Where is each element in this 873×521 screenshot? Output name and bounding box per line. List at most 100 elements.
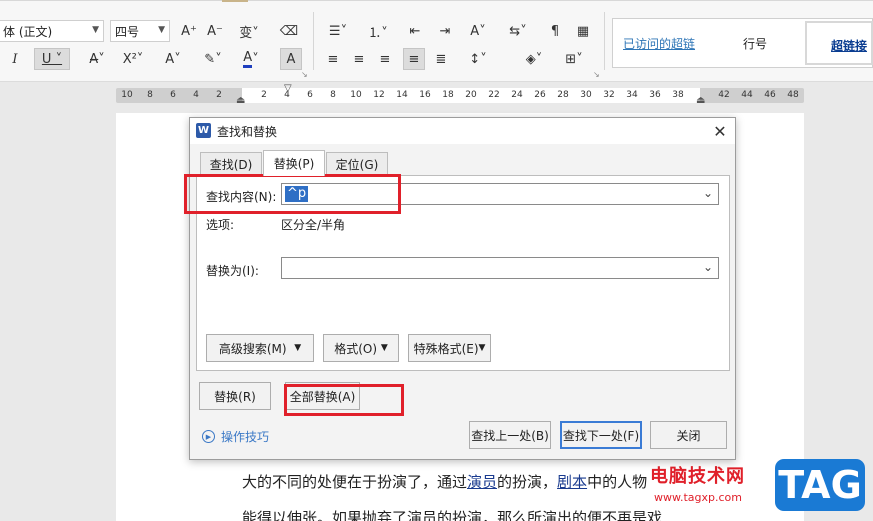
underline-icon[interactable]: U ˅ [34,48,70,70]
tab-replace[interactable]: 替换(P) [263,150,325,176]
ruler-tick: 2 [216,90,222,100]
sort-icon[interactable]: ⇆˅ [502,20,534,42]
options-value: 区分全/半角 [281,218,346,232]
highlight-icon[interactable]: ✎˅ [198,48,228,70]
chevron-down-icon: ▼ [92,25,99,35]
tips-link[interactable]: 操作技巧 [221,428,269,445]
clear-format-icon[interactable]: ⌫ [278,20,300,42]
dialog-titlebar[interactable]: W 查找和替换 ✕ [190,118,735,144]
options-label: 选项: [206,218,235,232]
distributed-icon[interactable]: ≣ [430,48,452,70]
line-spacing-icon[interactable]: ↕˅ [462,48,494,70]
align-left-icon[interactable]: ≡ [322,48,344,70]
style-hyperlink-label: 超链接 [831,39,868,53]
ruler-tick: 8 [147,90,153,100]
ruler-tick: 46 [764,90,776,100]
special-format-button[interactable]: 特殊格式(E) ▼ [408,334,491,362]
font-color-icon[interactable]: A ˅ [236,48,266,70]
hyperlink-text[interactable]: 剧本 [557,473,587,491]
chevron-down-icon: ▼ [478,343,486,353]
char-shading-icon[interactable]: A [280,48,302,70]
paragraph-text: 中的人物 [587,473,648,491]
document-paragraph-line[interactable]: 大的不同的处便在于扮演了，通过演员的扮演，剧本中的人物 [242,471,647,492]
font-group-launcher-icon[interactable]: ↘ [301,70,308,79]
italic-icon[interactable]: I [4,48,26,70]
format-button[interactable]: 格式(O) ▼ [323,334,399,362]
chevron-down-icon[interactable]: ⌄ [703,260,713,274]
close-icon[interactable]: ✕ [710,121,730,141]
ruler-tick: 10 [121,90,133,100]
numbering-icon[interactable]: ⒈˅ [362,20,394,42]
replace-input[interactable]: ⌄ [281,257,719,279]
watermark-tag-logo: TAG [775,459,865,511]
format-label: 格式(O) [334,341,378,356]
font-name-value: 体 (正文) [3,24,53,39]
left-indent-marker-icon[interactable]: ⏏ [236,95,245,106]
paragraph-group-launcher-icon[interactable]: ↘ [593,70,600,79]
tab-goto[interactable]: 定位(G) [326,152,388,175]
replace-button[interactable]: 替换(R) [199,382,271,410]
find-previous-button[interactable]: 查找上一处(B) [469,421,551,449]
text-effect-icon[interactable]: A˅ [158,48,188,70]
ribbon-toolbar: 体 (正文) ▼ 四号 ▼ A⁺ A⁻ 变˅ ⌫ I U ˅ A̶˅ X²˅ A… [0,0,873,82]
find-next-button[interactable]: 查找下一处(F) [560,421,642,449]
horizontal-ruler[interactable]: 10 8 6 4 2 2 4 6 8 10 12 14 16 18 20 22 … [116,83,804,106]
ruler-tick: 36 [649,90,661,100]
style-hyperlink[interactable]: 超链接 [805,21,873,65]
style-row-number[interactable]: 行号 [743,35,767,52]
advanced-search-label: 高级搜索(M) [218,341,287,356]
first-line-indent-marker-icon[interactable]: ▽ [284,83,292,94]
bullets-icon[interactable]: ☰˅ [322,20,354,42]
ribbon-divider [604,12,605,70]
increase-indent-icon[interactable]: ⇥ [434,20,456,42]
annotation-highlight-box [284,384,404,416]
font-size-combo[interactable]: 四号 ▼ [110,20,170,42]
tab-find[interactable]: 查找(D) [200,152,262,175]
ruler-tick: 20 [465,90,477,100]
ruler-tick: 30 [580,90,592,100]
phonetic-guide-icon[interactable]: 变˅ [234,20,264,42]
special-format-label: 特殊格式(E) [413,341,479,356]
ruler-tick: 14 [396,90,408,100]
document-paragraph-line[interactable]: 能得以伸张。如果抛弃了演员的扮演，那么所演出的便不再是戏 [242,507,662,521]
ruler-tick: 24 [511,90,523,100]
table-grid-icon[interactable]: ▦ [572,20,594,42]
borders-icon[interactable]: ⊞˅ [558,48,590,70]
double-chevron-down-icon: ▼ [294,343,302,353]
justify-icon[interactable]: ≡ [403,48,425,70]
ruler-tick: 4 [193,90,199,100]
ruler-tick: 6 [307,90,313,100]
chevron-down-icon[interactable]: ⌄ [703,186,713,200]
superscript-icon[interactable]: X²˅ [118,48,148,70]
ribbon-top-border [0,0,873,1]
align-center-icon[interactable]: ≡ [348,48,370,70]
right-indent-marker-icon[interactable]: ⏏ [696,95,705,106]
paragraph-text: 的扮演， [497,473,558,491]
advanced-search-button[interactable]: 高级搜索(M) ▼ [206,334,314,362]
grow-font-icon[interactable]: A⁺ [178,20,200,42]
dialog-title: 查找和替换 [217,125,278,139]
ruler-tick: 42 [718,90,730,100]
shrink-font-icon[interactable]: A⁻ [204,20,226,42]
watermark-url: www.tagxp.com [654,491,742,504]
ribbon-accent-line [222,0,248,2]
show-marks-icon[interactable]: ¶ [544,20,566,42]
ruler-tick: 32 [603,90,615,100]
play-circle-icon[interactable]: ▶ [202,430,215,443]
ruler-tick: 18 [442,90,454,100]
find-replace-dialog: W 查找和替换 ✕ 查找(D) 替换(P) 定位(G) 查找内容(N): ^p … [189,117,736,460]
ruler-tick: 26 [534,90,546,100]
shading-icon[interactable]: ◈˅ [518,48,550,70]
text-direction-icon[interactable]: A˅ [462,20,494,42]
ruler-tick: 44 [741,90,753,100]
decrease-indent-icon[interactable]: ⇤ [404,20,426,42]
font-name-combo[interactable]: 体 (正文) ▼ [0,20,104,42]
close-button[interactable]: 关闭 [650,421,727,449]
align-right-icon[interactable]: ≡ [374,48,396,70]
watermark-site-name: 电脑技术网 [650,466,745,487]
hyperlink-text[interactable]: 演员 [467,473,497,491]
style-gallery: 已访问的超链 行号 超链接 [612,18,873,68]
strikethrough-icon[interactable]: A̶˅ [82,48,112,70]
ruler-tick: 6 [170,90,176,100]
style-visited-link[interactable]: 已访问的超链 [623,35,695,52]
